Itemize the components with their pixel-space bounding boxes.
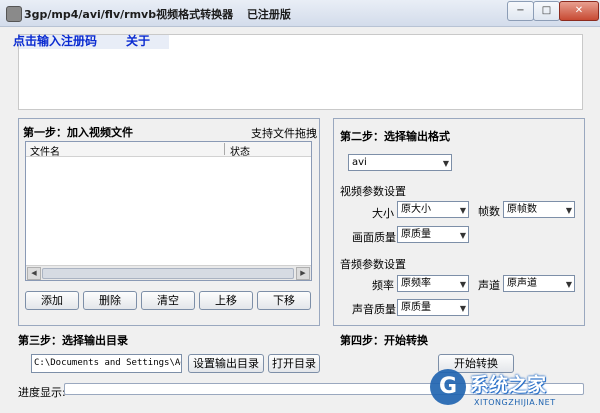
quality-select[interactable]: 原质量 ▼ — [397, 226, 469, 243]
registration-status: 已注册版 — [246, 8, 291, 21]
open-dir-button[interactable]: 打开目录 — [268, 354, 320, 373]
audio-quality-label: 声音质量 — [352, 303, 396, 316]
chevron-down-icon: ▼ — [459, 231, 466, 240]
output-dir-input[interactable]: C:\Documents and Settings\Admir — [31, 354, 182, 373]
chevron-down-icon: ▼ — [565, 206, 572, 215]
size-select[interactable]: 原大小 ▼ — [397, 201, 469, 218]
size-label: 大小 — [372, 207, 394, 220]
video-section-label: 视频参数设置 — [340, 185, 406, 198]
title-bar: 3gp/mp4/avi/flv/rmvb视频格式转换器 已注册版 − □ ✕ — [0, 0, 600, 27]
chevron-down-icon: ▼ — [565, 280, 572, 289]
horizontal-scrollbar[interactable]: ◀ ▶ — [26, 265, 311, 280]
column-filename[interactable]: 文件名 — [30, 143, 60, 158]
rate-value: 原频率 — [401, 278, 431, 289]
quality-label: 画面质量 — [352, 231, 396, 244]
fps-value: 原帧数 — [507, 204, 537, 215]
watermark-url: XITONGZHIJIA.NET — [474, 398, 556, 407]
audio-section-label: 音频参数设置 — [340, 258, 406, 271]
scroll-right-icon[interactable]: ▶ — [296, 267, 310, 280]
step1-panel: 第一步：加入视频文件 支持文件拖拽 文件名 状态 ◀ ▶ 添加 删除 清空 上移… — [18, 118, 320, 326]
set-output-dir-button[interactable]: 设置输出目录 — [188, 354, 264, 373]
format-value: avi — [352, 157, 367, 168]
menu-about[interactable]: 关于 — [122, 32, 154, 49]
step4-heading: 第四步：开始转换 — [340, 334, 428, 347]
column-status[interactable]: 状态 — [230, 143, 250, 158]
clear-button[interactable]: 清空 — [141, 291, 195, 310]
step3-heading: 第三步：选择输出目录 — [18, 334, 128, 347]
maximize-button[interactable]: □ — [533, 1, 560, 21]
scroll-thumb[interactable] — [42, 268, 294, 279]
format-select[interactable]: avi ▼ — [348, 154, 452, 171]
rate-label: 频率 — [372, 279, 394, 292]
watermark-text: 系统之家 — [470, 374, 547, 396]
channel-value: 原声道 — [507, 278, 537, 289]
chevron-down-icon: ▼ — [459, 280, 466, 289]
minimize-button[interactable]: − — [507, 1, 534, 21]
move-down-button[interactable]: 下移 — [257, 291, 311, 310]
size-value: 原大小 — [401, 204, 431, 215]
add-button[interactable]: 添加 — [25, 291, 79, 310]
delete-button[interactable]: 删除 — [83, 291, 137, 310]
step1-heading: 第一步：加入视频文件 — [23, 126, 133, 139]
quality-value: 原质量 — [401, 229, 431, 240]
app-icon — [6, 6, 22, 22]
window-title-text: 3gp/mp4/avi/flv/rmvb视频格式转换器 — [24, 8, 234, 21]
move-up-button[interactable]: 上移 — [199, 291, 253, 310]
channel-label: 声道 — [478, 279, 500, 292]
info-panel — [18, 34, 583, 110]
file-list[interactable]: 文件名 状态 ◀ ▶ — [25, 141, 312, 281]
audio-quality-select[interactable]: 原质量 ▼ — [397, 299, 469, 316]
step2-panel: 第二步：选择输出格式 avi ▼ 视频参数设置 大小 原大小 ▼ 帧数 原帧数 ▼ 画… — [333, 118, 585, 326]
drag-hint: 支持文件拖拽 — [251, 127, 317, 140]
audio-quality-value: 原质量 — [401, 302, 431, 313]
column-separator — [224, 143, 225, 155]
scroll-left-icon[interactable]: ◀ — [27, 267, 41, 280]
watermark: G 系统之家 XITONGZHIJIA.NET — [430, 365, 598, 411]
channel-select[interactable]: 原声道 ▼ — [503, 275, 575, 292]
chevron-down-icon: ▼ — [459, 206, 466, 215]
list-header: 文件名 状态 — [26, 142, 311, 158]
chevron-down-icon: ▼ — [459, 304, 466, 313]
watermark-logo-icon: G — [430, 369, 466, 405]
rate-select[interactable]: 原频率 ▼ — [397, 275, 469, 292]
window-title: 3gp/mp4/avi/flv/rmvb视频格式转换器 已注册版 — [24, 6, 291, 22]
fps-label: 帧数 — [478, 205, 500, 218]
step2-heading: 第二步：选择输出格式 — [340, 130, 450, 143]
fps-select[interactable]: 原帧数 ▼ — [503, 201, 575, 218]
progress-label: 进度显示: — [18, 386, 66, 399]
chevron-down-icon: ▼ — [442, 159, 449, 168]
close-button[interactable]: ✕ — [559, 1, 599, 21]
menu-register[interactable]: 点击输入注册码 — [13, 32, 97, 49]
